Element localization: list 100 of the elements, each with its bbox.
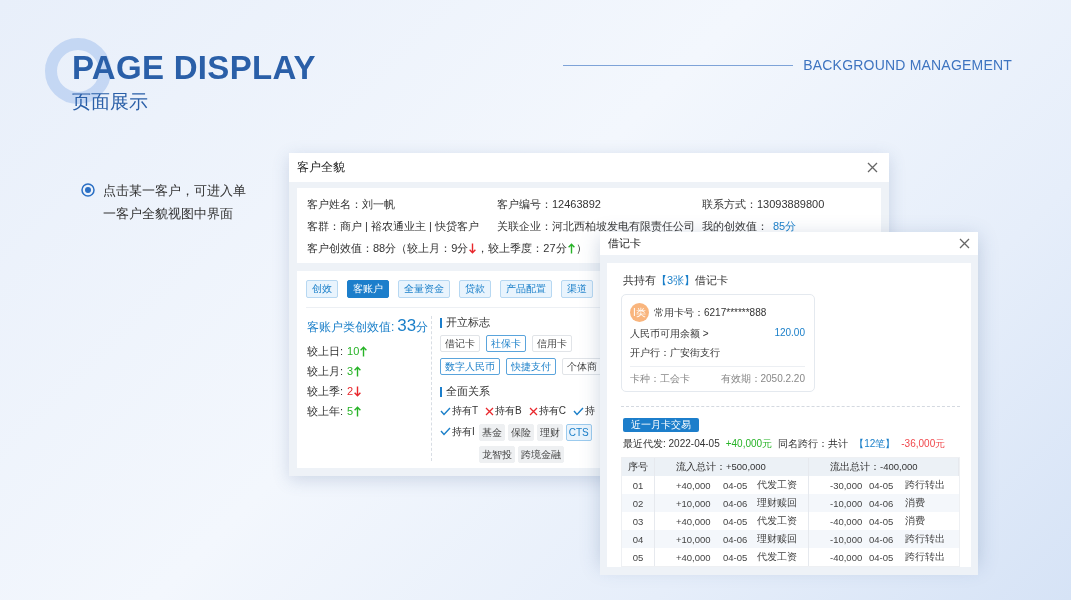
score-text: 客户创效值：88分（较上月：9分	[307, 241, 469, 255]
field-label: 客户姓名：	[307, 197, 362, 211]
field-value: 12463892	[552, 197, 601, 211]
flag-tag: 社保卡	[486, 335, 526, 352]
debit-card[interactable]: I类 常用卡号：6217******888 人民币可用余额 > 120.00 开户行：广安街支行 卡种：工会卡 有效期：2050.2.20	[621, 294, 815, 392]
section-heading: 开立标志	[446, 316, 490, 330]
comparison-label: 较上季:	[307, 383, 344, 399]
transaction-summary: 最近代发: 2022-04-05	[623, 437, 720, 451]
field-value: 85分	[773, 219, 797, 233]
table-cell-text: 04-06	[722, 496, 749, 511]
tab[interactable]: 全量资金	[398, 280, 450, 298]
relation-label: 持有C	[538, 404, 566, 418]
tab[interactable]: 创效	[306, 280, 338, 298]
card-count: 【3张】	[656, 273, 696, 288]
flag-tag: 借记卡	[440, 335, 480, 352]
product-tag: 保险	[507, 424, 534, 441]
close-icon[interactable]	[959, 238, 970, 249]
product-tag: 跨境金融	[517, 446, 564, 463]
window-title: 借记卡	[608, 236, 641, 251]
table-cell-text: 04-06	[868, 532, 895, 547]
tab[interactable]: 渠道	[561, 280, 593, 298]
table-cell-text: 04-05	[868, 514, 895, 529]
comparison-value: 5	[347, 405, 354, 417]
table-cell-text: 跨行转出	[904, 477, 946, 492]
table-cell-text: +40,000	[675, 478, 712, 493]
comparison-value: 10	[347, 345, 360, 357]
page-subtitle: 页面展示	[72, 91, 149, 113]
product-tag: 基金	[478, 424, 505, 441]
score-unit: 分	[416, 320, 429, 336]
relation-label: 持有B	[495, 404, 522, 418]
table-cell: 理财赎回	[751, 530, 809, 548]
card-expiry: 有效期：2050.2.20	[720, 372, 805, 386]
table-cell-text: -40,000	[829, 514, 863, 529]
close-icon[interactable]	[867, 162, 878, 173]
tab[interactable]: 客账户	[347, 280, 389, 298]
card-class-badge: I类	[630, 303, 649, 322]
table-cell-text: 消费	[904, 513, 926, 528]
flag-tag: 快捷支付	[506, 358, 556, 375]
comparison-label: 较上年:	[307, 403, 344, 419]
tab[interactable]: 贷款	[459, 280, 491, 298]
comparison-label: 较上日:	[307, 343, 344, 359]
comparison-value: 3	[347, 365, 354, 377]
score-label: 客账户类创效值:	[307, 319, 395, 336]
tab[interactable]: 产品配置	[500, 280, 552, 298]
balance-value: 120.00	[774, 327, 805, 340]
transaction-summary: +40,000元	[725, 437, 773, 451]
product-tag: 理财	[536, 424, 563, 441]
column-header: 序号	[622, 458, 655, 476]
balance-label: 人民币可用余额 >	[630, 327, 709, 341]
flag-tag: 个体商	[562, 358, 602, 375]
field-label: 关联企业：	[497, 219, 552, 233]
field-label: 客户编号：	[497, 197, 552, 211]
table-cell-text: 04-06	[722, 532, 749, 547]
table-cell-text: 跨行转出	[904, 549, 946, 564]
score-text: ）	[575, 241, 587, 255]
summary-text: 借记卡	[695, 273, 729, 288]
table-cell: 理财赎回	[751, 494, 809, 512]
section-heading: 全面关系	[446, 385, 490, 399]
summary-text: 共持有	[623, 273, 656, 288]
table-cell-text: -40,000	[829, 550, 863, 565]
table-cell-text: 04-06	[868, 496, 895, 511]
card-type: 卡种：工会卡	[630, 372, 690, 386]
card-number: 常用卡号：6217******888	[654, 305, 767, 320]
flag-tag: 数字人民币	[440, 358, 500, 375]
window-title: 客户全貌	[297, 160, 345, 175]
field-label: 我的创效值：	[702, 219, 768, 233]
table-cell-text: 跨行转出	[904, 531, 946, 546]
score-text: ，较上季度：27分	[477, 241, 567, 255]
product-tag: CTS	[565, 424, 592, 441]
relation-label: 持	[585, 404, 595, 418]
table-cell-text: 消费	[904, 495, 926, 510]
transactions-button[interactable]: 近一月卡交易	[623, 418, 699, 432]
table-cell: 04	[622, 530, 655, 548]
table-cell: 代发工资	[751, 548, 809, 566]
field-label: 客群：	[307, 219, 340, 233]
table-cell-text: -30,000	[829, 478, 863, 493]
relation-label: 持有I	[452, 424, 475, 439]
section-label: BACKGROUND MANAGEMENT	[803, 57, 1012, 73]
table-cell-text: 04-05	[722, 478, 749, 493]
table-cell-text: 04-05	[722, 550, 749, 565]
flag-tag: 信用卡	[532, 335, 572, 352]
bank-branch: 开户行：广安街支行	[630, 346, 721, 360]
bullet-text: 点击某一客户，可进入单一客户全貌视图中界面	[103, 182, 247, 223]
table-cell-text: +40,000	[675, 514, 712, 529]
table-cell-text: -10,000	[829, 532, 863, 547]
field-value: 河北西柏坡发电有限责任公司	[552, 219, 695, 233]
page-title: PAGE DISPLAY	[72, 52, 316, 84]
table-cell: 02	[622, 494, 655, 512]
field-value: 商户 | 裕农通业主 | 快贷客户	[340, 219, 479, 233]
table-cell-text: -10,000	[829, 496, 863, 511]
table-cell-text: 04-05	[868, 550, 895, 565]
table-cell-text: 04-05	[868, 478, 895, 493]
comparison-value: 2	[347, 385, 354, 397]
column-header: 流入总计：+500,000	[655, 458, 809, 476]
table-cell-text: +10,000	[675, 532, 712, 547]
column-header: 流出总计：-400,000	[809, 458, 959, 476]
table-cell-text: +40,000	[675, 550, 712, 565]
relation-label: 持有T	[452, 404, 479, 418]
table-cell-text: +10,000	[675, 496, 712, 511]
table-cell-text: 04-05	[722, 514, 749, 529]
